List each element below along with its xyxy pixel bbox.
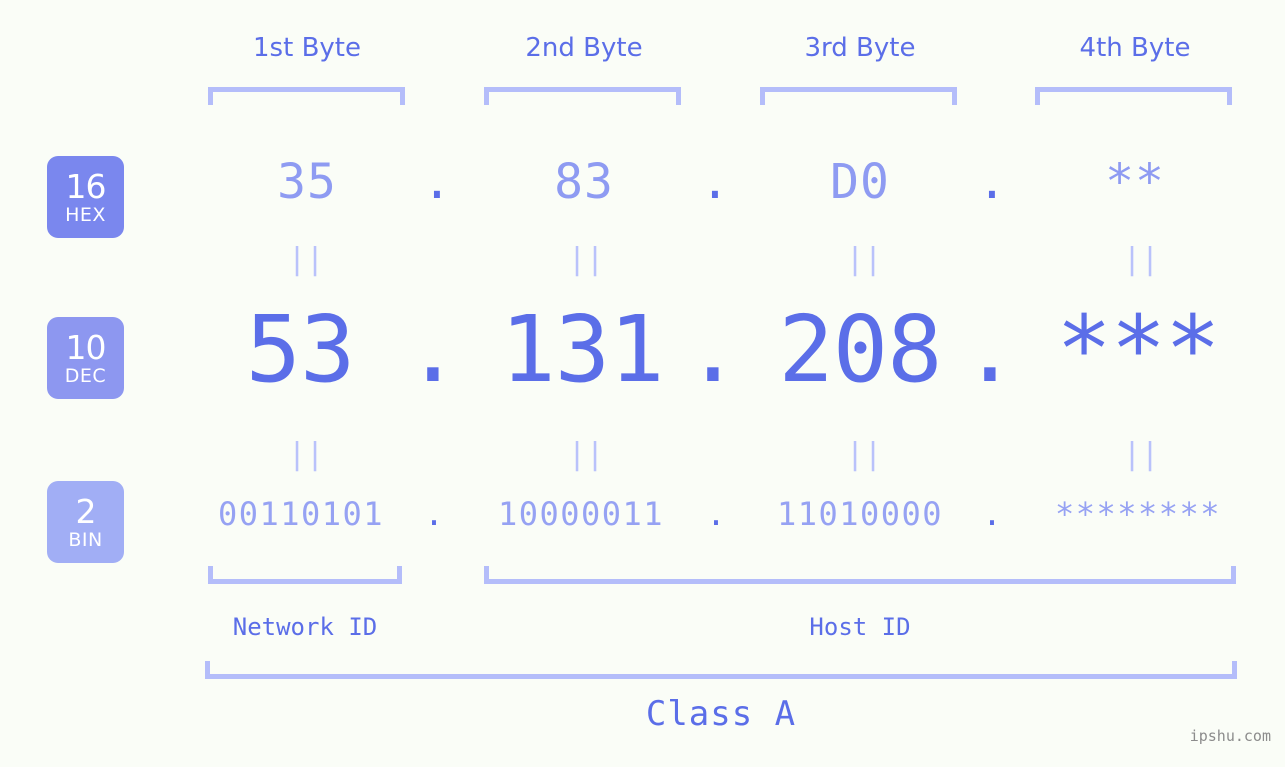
dec-octet-3: 208: [778, 296, 942, 403]
base-badge-dec-name: DEC: [64, 364, 107, 387]
equals-connector-4: ||: [1123, 242, 1160, 277]
class-bracket: [205, 661, 1237, 679]
hex-separator-1: .: [422, 154, 452, 210]
dec-octet-2: 131: [500, 296, 664, 403]
equals-connector-3: ||: [846, 242, 883, 277]
ip-address-breakdown-diagram: 1st Byte 2nd Byte 3rd Byte 4th Byte 16 H…: [0, 0, 1285, 767]
base-badge-hex-number: 16: [65, 166, 107, 206]
host-id-label: Host ID: [809, 613, 911, 641]
base-badge-bin: 2 BIN: [47, 481, 124, 563]
byte-header-3: 3rd Byte: [804, 33, 916, 63]
hex-octet-3: D0: [830, 154, 890, 210]
byte-bracket-2: [484, 87, 681, 105]
bin-octet-3: 11010000: [776, 495, 944, 533]
dec-separator-2: .: [685, 296, 741, 403]
bin-separator-2: .: [706, 495, 726, 533]
byte-header-4: 4th Byte: [1079, 33, 1191, 63]
site-watermark: ipshu.com: [1189, 727, 1271, 745]
host-id-bracket: [484, 566, 1236, 584]
byte-header-1: 1st Byte: [253, 33, 361, 63]
class-label: Class A: [645, 694, 797, 734]
base-badge-dec: 10 DEC: [47, 317, 124, 399]
bin-separator-3: .: [982, 495, 1002, 533]
dec-separator-3: .: [962, 296, 1018, 403]
bin-separator-1: .: [424, 495, 444, 533]
base-badge-bin-name: BIN: [68, 528, 103, 551]
bin-octet-4: ********: [1054, 495, 1222, 533]
bin-octet-2: 10000011: [497, 495, 665, 533]
base-badge-hex: 16 HEX: [47, 156, 124, 238]
byte-bracket-4: [1035, 87, 1232, 105]
byte-header-2: 2nd Byte: [525, 33, 643, 63]
base-badge-bin-number: 2: [75, 491, 97, 531]
bin-octet-1: 00110101: [217, 495, 385, 533]
equals-connector-8: ||: [1123, 437, 1160, 472]
hex-octet-2: 83: [554, 154, 614, 210]
hex-octet-1: 35: [277, 154, 337, 210]
dec-octet-4: ***: [1056, 296, 1220, 403]
equals-connector-2: ||: [568, 242, 605, 277]
base-badge-hex-name: HEX: [65, 203, 106, 226]
network-id-label: Network ID: [232, 613, 378, 641]
network-id-bracket: [208, 566, 402, 584]
base-badge-dec-number: 10: [65, 327, 107, 367]
hex-separator-3: .: [977, 154, 1007, 210]
hex-separator-2: .: [700, 154, 730, 210]
equals-connector-7: ||: [846, 437, 883, 472]
equals-connector-5: ||: [288, 437, 325, 472]
equals-connector-6: ||: [568, 437, 605, 472]
equals-connector-1: ||: [288, 242, 325, 277]
dec-octet-1: 53: [245, 296, 356, 403]
dec-separator-1: .: [405, 296, 461, 403]
hex-octet-4: **: [1105, 154, 1165, 210]
byte-bracket-3: [760, 87, 957, 105]
byte-bracket-1: [208, 87, 405, 105]
